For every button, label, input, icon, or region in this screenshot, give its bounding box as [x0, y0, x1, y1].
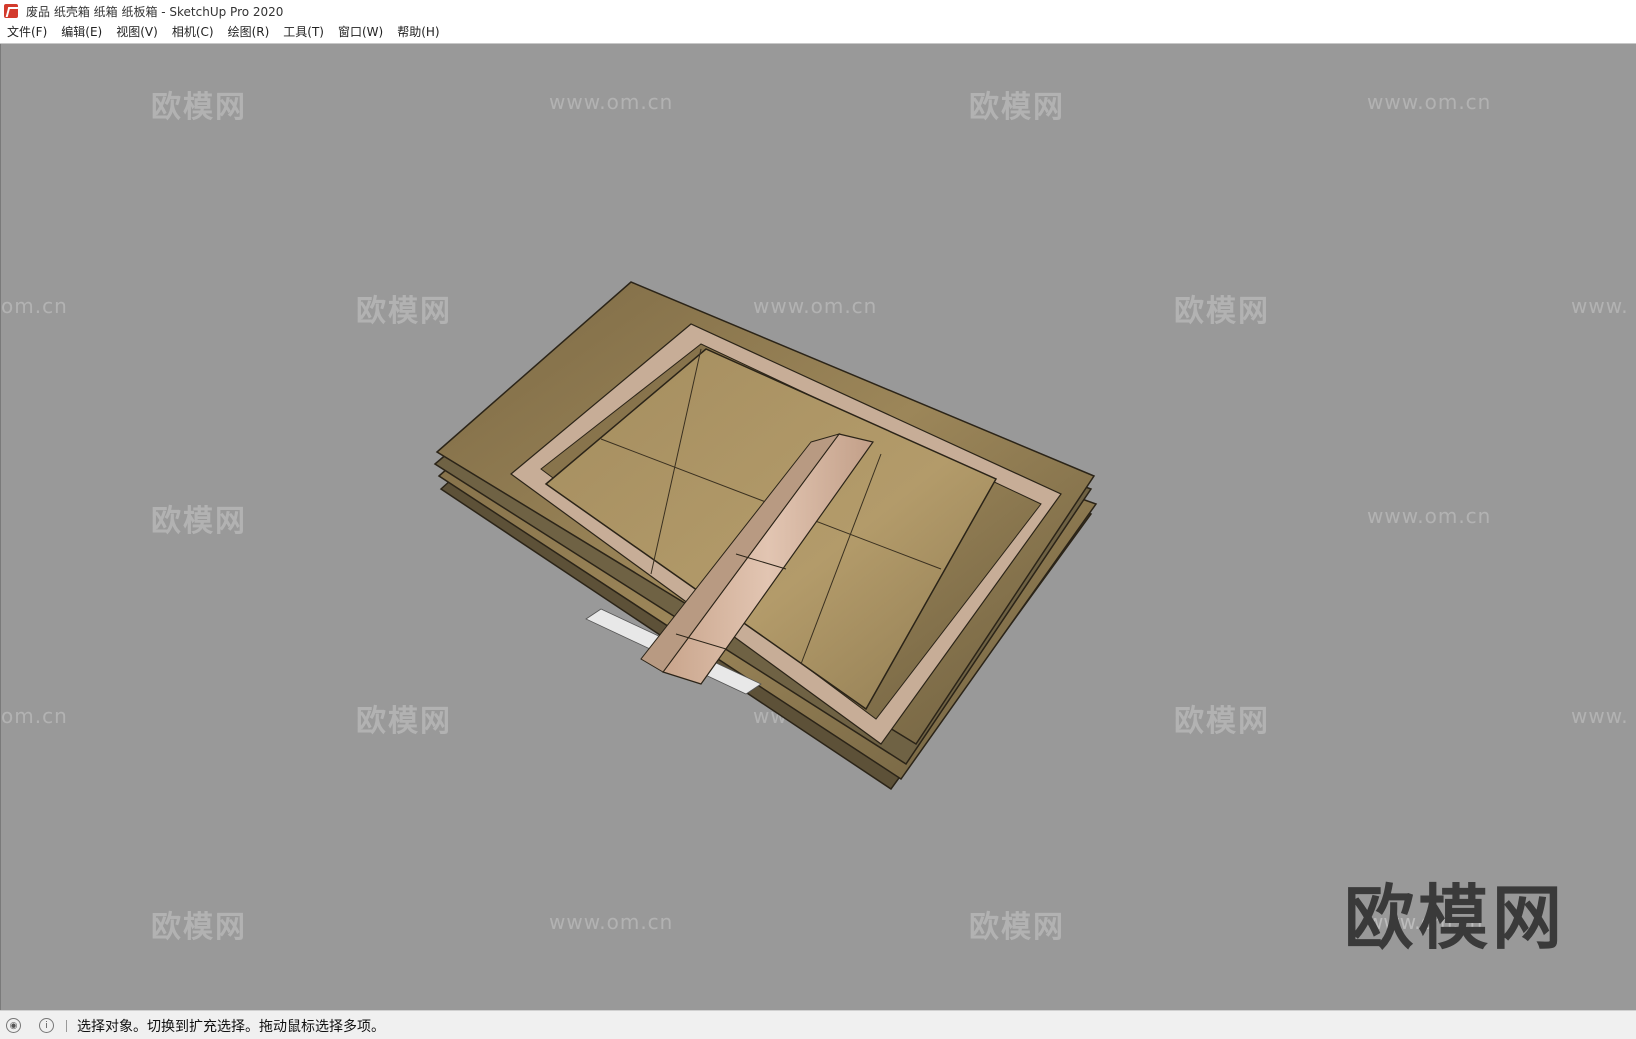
- menu-camera[interactable]: 相机(C): [165, 22, 221, 43]
- geo-location-icon[interactable]: ◉: [6, 1018, 21, 1033]
- sketchup-window: 废品 纸壳箱 纸箱 纸板箱 - SketchUp Pro 2020 文件(F) …: [0, 0, 1636, 1039]
- menu-edit[interactable]: 编辑(E): [54, 22, 109, 43]
- menu-file[interactable]: 文件(F): [0, 22, 54, 43]
- 3d-viewport[interactable]: 欧模网 www.om.cn 欧模网 www.om.cn om.cn 欧模网 ww…: [0, 44, 1636, 1010]
- menu-tools[interactable]: 工具(T): [276, 22, 331, 43]
- cardboard-stack-model[interactable]: [1, 44, 1636, 1010]
- menu-draw[interactable]: 绘图(R): [221, 22, 277, 43]
- status-message: 选择对象。切换到扩充选择。拖动鼠标选择多项。: [77, 1018, 385, 1035]
- sketchup-logo-icon: [4, 4, 18, 18]
- menu-window[interactable]: 窗口(W): [331, 22, 390, 43]
- status-bar: ◉ i 选择对象。切换到扩充选择。拖动鼠标选择多项。: [0, 1010, 1636, 1039]
- menu-bar: 文件(F) 编辑(E) 视图(V) 相机(C) 绘图(R) 工具(T) 窗口(W…: [0, 22, 1636, 44]
- title-bar: 废品 纸壳箱 纸箱 纸板箱 - SketchUp Pro 2020: [0, 0, 1636, 22]
- status-divider: [66, 1019, 67, 1032]
- menu-view[interactable]: 视图(V): [109, 22, 165, 43]
- menu-help[interactable]: 帮助(H): [390, 22, 446, 43]
- info-icon[interactable]: i: [39, 1018, 54, 1033]
- window-title: 废品 纸壳箱 纸箱 纸板箱 - SketchUp Pro 2020: [26, 4, 284, 19]
